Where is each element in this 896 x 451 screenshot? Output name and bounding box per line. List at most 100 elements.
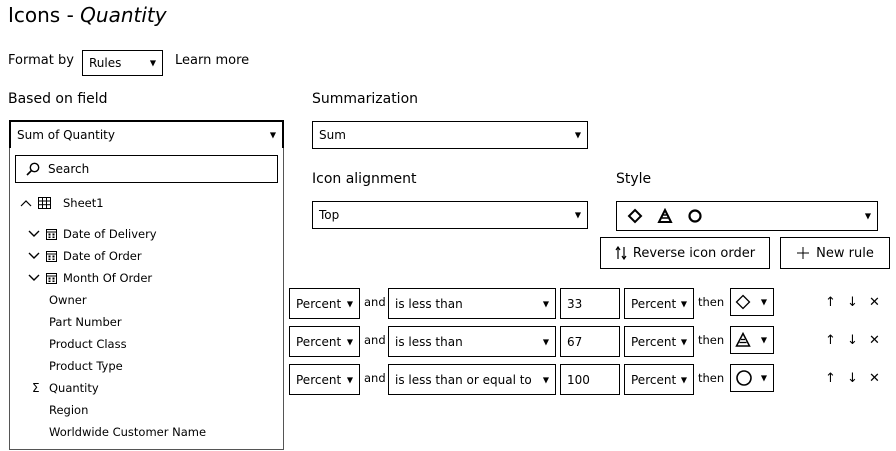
sort-arrows-icon	[615, 246, 627, 260]
chevron-down-icon: ▼	[542, 337, 549, 346]
tree-item-label: Worldwide Customer Name	[49, 425, 207, 439]
chevron-down-icon: ▼	[760, 335, 767, 345]
tree-item-date-of-delivery[interactable]: Date of Delivery	[28, 227, 157, 241]
rule-unit2-value: Percent	[631, 372, 677, 387]
chevron-down-icon: ▼	[680, 375, 687, 384]
rule-unit-value: Percent	[296, 296, 342, 311]
rule-icon-select[interactable]: ▼	[730, 364, 774, 392]
rule-icon-select[interactable]: ▼	[730, 288, 774, 316]
then-label: then	[698, 333, 725, 347]
move-up-icon[interactable]: ↑	[825, 371, 836, 386]
rule-operator-select[interactable]: is less than ▼	[388, 288, 556, 319]
tree-item-part-number[interactable]: Part Number	[49, 315, 122, 329]
title-field: Quantity	[80, 3, 167, 27]
move-down-icon[interactable]: ↓	[847, 295, 858, 310]
format-by-label: Format by	[8, 53, 74, 68]
icon-alignment-value: Top	[319, 208, 340, 222]
and-label: and	[364, 333, 386, 347]
circle-icon	[736, 370, 752, 386]
icon-alignment-select[interactable]: Top ▼	[312, 201, 588, 229]
rule-operator-select[interactable]: is less than ▼	[388, 326, 556, 357]
calendar-icon	[46, 229, 57, 240]
style-select[interactable]: ▼	[616, 201, 878, 231]
tree-item-label: Month Of Order	[63, 271, 153, 285]
tree-item-owner[interactable]: Owner	[49, 293, 87, 307]
style-icon-set	[627, 208, 702, 224]
tree-item-worldwide-customer-name[interactable]: Worldwide Customer Name	[49, 425, 206, 439]
delete-icon[interactable]: ✕	[869, 295, 880, 310]
rule-unit2-select[interactable]: Percent ▼	[624, 288, 694, 319]
chevron-down-icon	[28, 230, 40, 237]
chevron-down-icon: ▼	[269, 130, 276, 140]
tree-item-date-of-order[interactable]: Date of Order	[28, 249, 142, 263]
rule-unit-select[interactable]: Percent ▼	[289, 288, 360, 319]
tree-item-month-of-order[interactable]: Month Of Order	[28, 271, 152, 285]
calendar-icon	[46, 251, 57, 262]
learn-more-link[interactable]: Learn more	[175, 53, 249, 68]
rule-value-text: 67	[567, 334, 583, 349]
chevron-down-icon: ▼	[864, 211, 871, 221]
new-rule-button-label: New rule	[816, 245, 874, 261]
tree-item-label: Product Class	[49, 337, 127, 351]
reverse-button-label: Reverse icon order	[632, 245, 756, 261]
rule-unit2-select[interactable]: Percent ▼	[624, 364, 694, 395]
and-label: and	[364, 371, 386, 385]
tree-item-quantity[interactable]: Σ Quantity	[32, 381, 99, 395]
rule-unit2-select[interactable]: Percent ▼	[624, 326, 694, 357]
delete-icon[interactable]: ✕	[869, 371, 880, 386]
icon-alignment-label: Icon alignment	[312, 171, 417, 187]
move-down-icon[interactable]: ↓	[847, 333, 858, 348]
chevron-down-icon: ▼	[760, 373, 767, 383]
style-label: Style	[616, 171, 652, 187]
rule-unit2-value: Percent	[631, 334, 677, 349]
rule-value-input[interactable]: 100	[560, 364, 620, 395]
tree-item-product-type[interactable]: Product Type	[49, 359, 123, 373]
then-label: then	[698, 371, 725, 385]
chevron-down-icon: ▼	[542, 299, 549, 308]
chevron-down-icon: ▼	[760, 297, 767, 307]
rule-value-text: 33	[567, 296, 583, 311]
tree-item-label: Region	[49, 403, 89, 417]
rule-value-input[interactable]: 33	[560, 288, 620, 319]
rule-icon-select[interactable]: ▼	[730, 326, 774, 354]
move-up-icon[interactable]: ↑	[825, 333, 836, 348]
reverse-icon-order-button[interactable]: Reverse icon order	[600, 237, 770, 269]
summarization-select[interactable]: Sum ▼	[312, 121, 588, 149]
title-prefix: Icons -	[8, 3, 81, 27]
rule-operator-value: is less than	[395, 334, 463, 349]
chevron-down-icon: ▼	[574, 130, 581, 140]
rule-unit2-value: Percent	[631, 296, 677, 311]
diamond-icon	[627, 208, 643, 224]
rule-unit-select[interactable]: Percent ▼	[289, 326, 360, 357]
tree-item-sheet1[interactable]: Sheet1	[20, 196, 104, 210]
rule-unit-value: Percent	[296, 372, 342, 387]
tree-item-label: Date of Order	[63, 249, 142, 263]
search-icon	[26, 162, 40, 176]
based-on-field-select[interactable]: Sum of Quantity ▼	[9, 120, 284, 150]
chevron-down-icon: ▼	[346, 375, 353, 384]
rule-operator-select[interactable]: is less than or equal to ▼	[388, 364, 556, 395]
then-label: then	[698, 295, 725, 309]
tree-item-product-class[interactable]: Product Class	[49, 337, 127, 351]
chevron-down-icon: ▼	[680, 299, 687, 308]
diamond-icon	[735, 294, 751, 310]
new-rule-button[interactable]: New rule	[780, 237, 890, 269]
based-on-field-value: Sum of Quantity	[17, 128, 115, 142]
format-by-select[interactable]: Rules ▼	[82, 50, 163, 76]
format-by-value: Rules	[89, 56, 122, 70]
rule-value-input[interactable]: 67	[560, 326, 620, 357]
rule-unit-select[interactable]: Percent ▼	[289, 364, 360, 395]
based-on-field-label: Based on field	[8, 91, 108, 107]
plus-icon	[797, 247, 810, 259]
move-up-icon[interactable]: ↑	[825, 295, 836, 310]
chevron-down-icon: ▼	[680, 337, 687, 346]
triangle-icon	[657, 208, 673, 223]
tree-item-label: Sheet1	[63, 196, 104, 210]
chevron-down-icon: ▼	[346, 337, 353, 346]
field-search-input[interactable]: Search	[15, 155, 278, 183]
delete-icon[interactable]: ✕	[869, 333, 880, 348]
triangle-icon	[735, 332, 751, 347]
calendar-icon	[46, 273, 57, 284]
move-down-icon[interactable]: ↓	[847, 371, 858, 386]
tree-item-region[interactable]: Region	[49, 403, 88, 417]
